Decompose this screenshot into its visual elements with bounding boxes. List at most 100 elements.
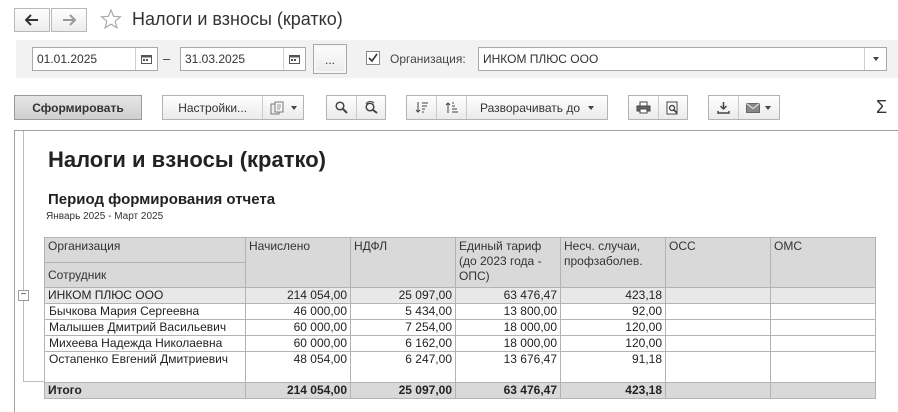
sort-ascending-button[interactable] [437, 96, 466, 119]
cell-oms [770, 335, 876, 352]
cell-oms [770, 351, 876, 383]
cell-employee: Малышев Дмитрий Васильевич [44, 319, 246, 336]
table-row[interactable]: Остапенко Евгений Дмитриевич 48 054,00 6… [44, 351, 876, 383]
group-bracket-line [23, 131, 24, 381]
find-button[interactable] [327, 96, 356, 119]
date-to-value: 31.03.2025 [185, 52, 246, 66]
total-oms [770, 382, 876, 399]
header-single-tariff: Единый тариф (до 2023 года - ОПС) [455, 237, 561, 288]
cell-accident: 423,18 [560, 287, 666, 304]
total-ndfl: 25 097,00 [350, 382, 456, 399]
cell-accrued: 60 000,00 [245, 335, 351, 352]
cell-accident: 91,18 [560, 351, 666, 383]
cell-single-tariff: 18 000,00 [455, 335, 561, 352]
cell-oss [665, 335, 771, 352]
report-variants-icon [270, 101, 284, 114]
total-accident: 423,18 [560, 382, 666, 399]
expand-to-label: Разворачивать до [479, 100, 580, 115]
cell-oss [665, 303, 771, 320]
settings-button-group: Настройки... [162, 95, 304, 120]
cell-accrued: 46 000,00 [245, 303, 351, 320]
report-top-border [14, 130, 898, 131]
cell-single-tariff: 13 800,00 [455, 303, 561, 320]
back-button[interactable] [14, 8, 50, 32]
print-button-group [628, 95, 688, 120]
date-from-value: 01.01.2025 [37, 52, 98, 66]
report-period: Январь 2025 - Март 2025 [46, 211, 164, 222]
cell-employee: Бычкова Мария Сергеевна [44, 303, 246, 320]
print-preview-icon [666, 101, 678, 114]
grouping-button-group: Разворачивать до [406, 95, 608, 120]
sum-button[interactable]: Σ [876, 97, 887, 118]
cell-accrued: 60 000,00 [245, 319, 351, 336]
send-email-dropdown[interactable] [739, 96, 779, 119]
date-range-dash: – [163, 51, 171, 66]
calendar-icon[interactable] [283, 48, 305, 70]
settings-button[interactable]: Настройки... [163, 96, 262, 119]
find-next-button[interactable] [357, 96, 386, 119]
organization-value: ИНКОМ ПЛЮС ООО [483, 52, 599, 66]
search-next-icon [365, 101, 378, 114]
envelope-icon [746, 102, 761, 113]
header-employee: Сотрудник [44, 262, 246, 288]
expand-to-dropdown[interactable]: Разворачивать до [467, 96, 607, 119]
printer-icon [636, 101, 651, 114]
header-organization: Организация [44, 237, 246, 263]
calendar-icon[interactable] [135, 48, 157, 70]
chevron-down-icon [765, 105, 772, 110]
cell-oms [770, 287, 876, 304]
sort-descending-button[interactable] [407, 96, 436, 119]
arrow-left-icon [25, 14, 38, 26]
date-from-field[interactable]: 01.01.2025 [32, 47, 158, 71]
print-button[interactable] [629, 96, 658, 119]
organization-label: Организация: [390, 52, 466, 66]
organization-field[interactable]: ИНКОМ ПЛЮС ООО [478, 47, 887, 71]
variants-dropdown-button[interactable] [263, 96, 303, 119]
date-to-field[interactable]: 31.03.2025 [180, 47, 306, 71]
total-row[interactable]: Итого 214 054,00 25 097,00 63 476,47 423… [44, 382, 876, 399]
cell-single-tariff: 13 676,47 [455, 351, 561, 383]
report-table: Организация Начислено НДФЛ Единый тариф … [44, 237, 876, 399]
cell-ndfl: 6 247,00 [350, 351, 456, 383]
search-button-group [326, 95, 386, 120]
forward-button[interactable] [51, 8, 87, 32]
collapse-group-toggle[interactable]: − [18, 290, 29, 301]
download-icon [717, 102, 730, 114]
report-subtitle: Период формирования отчета [48, 191, 276, 208]
search-icon [335, 101, 348, 114]
header-oss: ОСС [665, 237, 771, 288]
select-period-button[interactable]: ... [313, 44, 347, 74]
favorite-star-icon[interactable] [100, 8, 122, 33]
cell-ndfl: 25 097,00 [350, 287, 456, 304]
cell-accident: 120,00 [560, 335, 666, 352]
cell-oms [770, 303, 876, 320]
total-single-tariff: 63 476,47 [455, 382, 561, 399]
group-bracket-bottom [23, 381, 45, 382]
cell-accrued: 48 054,00 [245, 351, 351, 383]
cell-accrued: 214 054,00 [245, 287, 351, 304]
header-accrued: Начислено [245, 237, 351, 288]
generate-button[interactable]: Сформировать [14, 95, 142, 120]
table-row[interactable]: Бычкова Мария Сергеевна 46 000,00 5 434,… [44, 303, 876, 320]
save-file-button[interactable] [709, 96, 738, 119]
print-preview-button[interactable] [659, 96, 688, 119]
table-row[interactable]: Малышев Дмитрий Васильевич 60 000,00 7 2… [44, 319, 876, 336]
cell-single-tariff: 18 000,00 [455, 319, 561, 336]
total-oss [665, 382, 771, 399]
export-button-group [708, 95, 780, 120]
sort-ascending-icon [445, 102, 458, 113]
cell-oss [665, 351, 771, 383]
table-row[interactable]: Михеева Надежда Николаевна 60 000,00 6 1… [44, 335, 876, 352]
organization-checkbox[interactable] [366, 51, 380, 65]
cell-accident: 120,00 [560, 319, 666, 336]
cell-ndfl: 5 434,00 [350, 303, 456, 320]
report-title: Налоги и взносы (кратко) [48, 147, 326, 172]
group-row[interactable]: ИНКОМ ПЛЮС ООО 214 054,00 25 097,00 63 4… [44, 287, 876, 304]
header-ndfl: НДФЛ [350, 237, 456, 288]
chevron-down-icon [588, 105, 594, 110]
dropdown-button[interactable] [864, 48, 886, 70]
cell-accident: 92,00 [560, 303, 666, 320]
cell-ndfl: 6 162,00 [350, 335, 456, 352]
header-accident: Несч. случаи, профзаболев. [560, 237, 666, 288]
chevron-down-icon [872, 57, 879, 61]
